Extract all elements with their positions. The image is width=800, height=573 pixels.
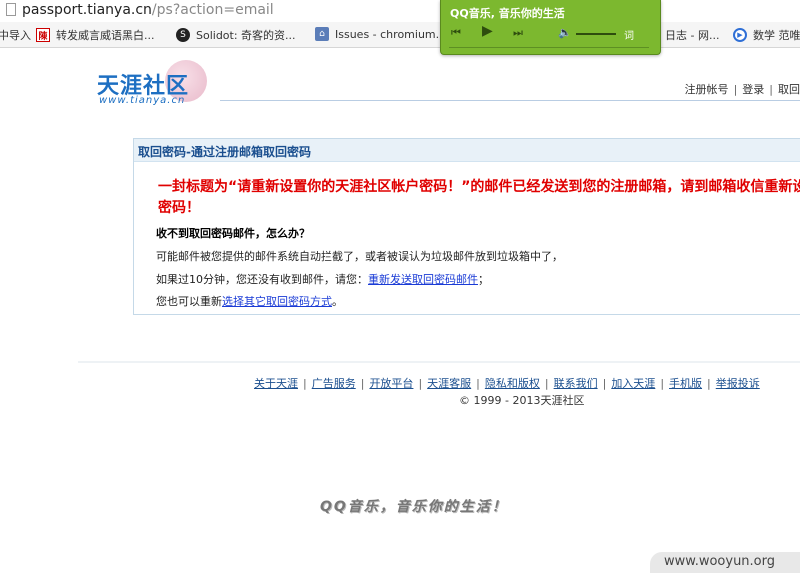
chromium-favicon-icon: ⌂ bbox=[315, 27, 329, 41]
footer-link-open-platform[interactable]: 开放平台 bbox=[369, 377, 413, 390]
bookmark-chromium-issues[interactable]: ⌂ Issues - chromium... bbox=[315, 27, 446, 41]
other-method-link[interactable]: 选择其它取回密码方式 bbox=[222, 295, 332, 308]
bookmark-chen[interactable]: 陳 转发威言威语黑白... bbox=[36, 27, 155, 43]
divider: | bbox=[360, 377, 365, 390]
footer-link-about[interactable]: 关于天涯 bbox=[254, 377, 298, 390]
footer-divider bbox=[78, 361, 800, 363]
retrieve-password-panel: 取回密码-通过注册邮箱取回密码 一封标题为“请重新设置你的天涯社区帐户密码！”的… bbox=[133, 138, 800, 315]
footer-links: 关于天涯 | 广告服务 | 开放平台 | 天涯客服 | 隐私和版权 | 联系我们 | 加入天涯 | 手机版 |… bbox=[254, 375, 760, 391]
bookmark-import[interactable]: 中导入 bbox=[0, 27, 31, 43]
copyright: © 1999 - 2013天涯社区 bbox=[459, 394, 585, 407]
lyric-button[interactable]: 词 bbox=[624, 27, 634, 42]
register-link[interactable]: 注册帐号 bbox=[685, 83, 729, 96]
qq-music-slogan: QQ音乐，音乐你的生活！ bbox=[320, 499, 508, 515]
help-line-3: 您也可以重新选择其它取回密码方式。 bbox=[156, 293, 343, 309]
punctuation: 。 bbox=[332, 295, 343, 308]
footer-link-support[interactable]: 天涯客服 bbox=[427, 377, 471, 390]
url-text[interactable]: passport.tianya.cn/ps?action=email bbox=[22, 2, 274, 18]
address-bar[interactable]: passport.tianya.cn/ps?action=email bbox=[0, 0, 800, 22]
footer-link-report[interactable]: 举报投诉 bbox=[716, 377, 760, 390]
next-track-icon[interactable]: ⏭ bbox=[513, 27, 523, 39]
watermark-text: www.wooyun.org bbox=[664, 554, 776, 569]
divider: | bbox=[418, 377, 423, 390]
email-sent-notice: 一封标题为“请重新设置你的天涯社区帐户密码！”的邮件已经发送到您的注册邮箱，请到… bbox=[158, 179, 800, 216]
tianya-logo[interactable]: 天涯社区 www.tianya.cn bbox=[95, 60, 210, 110]
footer-link-ads[interactable]: 广告服务 bbox=[312, 377, 356, 390]
login-link[interactable]: 登录 bbox=[742, 83, 764, 96]
progress-bar[interactable] bbox=[449, 47, 649, 48]
help-line-2-text: 如果过10分钟，您还没有收到邮件，请您： bbox=[156, 273, 368, 286]
header-divider bbox=[220, 100, 800, 101]
panel-heading: 取回密码-通过注册邮箱取回密码 bbox=[138, 145, 311, 159]
bookmark-label: 数学 范唯 bbox=[753, 29, 800, 42]
play-icon[interactable]: ▶ bbox=[482, 24, 493, 38]
divider: | bbox=[602, 377, 607, 390]
qq-music-player: QQ音乐, 音乐你的生活 ⏮ ▶ ⏭ 🔈 词 bbox=[440, 0, 661, 55]
bookmark-label: 转发威言威语黑白... bbox=[56, 29, 155, 42]
solidot-favicon-icon: S bbox=[176, 28, 190, 42]
bookmark-solidot[interactable]: S Solidot: 奇客的资... bbox=[176, 27, 296, 43]
bookmark-label: Issues - chromium... bbox=[335, 27, 447, 41]
footer-link-contact[interactable]: 联系我们 bbox=[554, 377, 598, 390]
help-line-3-text: 您也可以重新 bbox=[156, 295, 222, 308]
divider: | bbox=[544, 377, 549, 390]
previous-track-icon[interactable]: ⏮ bbox=[451, 27, 461, 39]
top-nav: 注册帐号 | 登录 | 取回 bbox=[685, 81, 800, 97]
footer-link-privacy[interactable]: 隐私和版权 bbox=[485, 377, 540, 390]
logo-url: www.tianya.cn bbox=[99, 95, 186, 106]
panel-header: 取回密码-通过注册邮箱取回密码 bbox=[134, 139, 800, 162]
watermark: www.wooyun.org bbox=[650, 552, 800, 573]
divider: | bbox=[303, 377, 307, 390]
bookmark-label: 中导入 bbox=[0, 29, 31, 42]
bookmark-math[interactable]: ▶ 数学 范唯 bbox=[733, 27, 800, 43]
bookmark-label: Solidot: 奇客的资... bbox=[196, 29, 296, 42]
divider: | bbox=[660, 377, 665, 390]
volume-icon[interactable]: 🔈 bbox=[558, 27, 572, 39]
resend-email-link[interactable]: 重新发送取回密码邮件 bbox=[368, 273, 478, 286]
bookmark-diary[interactable]: 日志 - 网... bbox=[665, 27, 719, 43]
bookmark-label: 日志 - 网... bbox=[665, 29, 720, 42]
qq-music-title: QQ音乐, 音乐你的生活 bbox=[450, 7, 565, 20]
chen-favicon-icon: 陳 bbox=[36, 28, 50, 42]
divider: | bbox=[476, 377, 480, 390]
help-line-2: 如果过10分钟，您还没有收到邮件，请您：重新发送取回密码邮件； bbox=[156, 271, 489, 287]
bookmarks-bar: 中导入 陳 转发威言威语黑白... S Solidot: 奇客的资... ⌂ I… bbox=[0, 22, 800, 48]
play-circle-icon: ▶ bbox=[733, 28, 747, 42]
volume-slider[interactable] bbox=[576, 33, 616, 35]
divider: | bbox=[769, 83, 773, 96]
footer-link-join[interactable]: 加入天涯 bbox=[611, 377, 655, 390]
help-line-1: 可能邮件被您提供的邮件系统自动拦截了，或者被误认为垃圾邮件放到垃圾箱中了， bbox=[156, 250, 563, 263]
divider: | bbox=[707, 377, 711, 390]
punctuation: ； bbox=[478, 273, 489, 286]
not-received-question: 收不到取回密码邮件，怎么办？ bbox=[156, 227, 310, 240]
retrieve-link[interactable]: 取回 bbox=[778, 83, 800, 96]
divider: | bbox=[733, 83, 738, 96]
page-icon bbox=[6, 3, 16, 16]
footer-link-mobile[interactable]: 手机版 bbox=[669, 377, 702, 390]
